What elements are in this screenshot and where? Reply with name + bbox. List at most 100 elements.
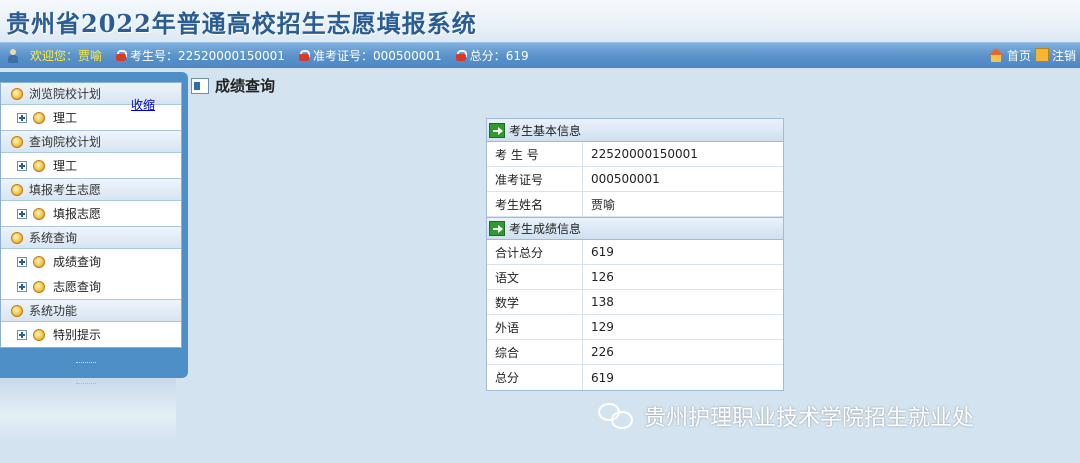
ticket-no-label: 准考证号： (312, 49, 373, 63)
welcome-label: 欢迎您： (30, 49, 79, 63)
row-value: 138 (591, 295, 614, 309)
exam-no-info: 考生号： 22520000150001 (116, 47, 285, 64)
bullet-icon (33, 159, 45, 172)
table-row: 总分 619 (487, 365, 783, 390)
bullet-icon (33, 328, 45, 341)
status-bar: 欢迎您： 贾喻 考生号： 22520000150001 准考证号： 000500… (0, 42, 1080, 68)
bullet-icon (33, 207, 45, 220)
sidebar-item-science[interactable]: 理工 (1, 153, 181, 178)
welcome-info: 欢迎您： 贾喻 (8, 47, 102, 64)
score-info-table: 考生基本信息 考 生 号 22520000150001 准考证号 0005000… (486, 118, 784, 391)
menu-group-system-functions: 系统功能 特别提示 (1, 300, 181, 347)
row-value: 000500001 (591, 172, 660, 186)
table-row: 外语 129 (487, 315, 783, 340)
bullet-icon (33, 255, 45, 268)
bullet-icon (11, 231, 23, 244)
table-row: 考生姓名 贾喻 (487, 192, 783, 217)
row-value: 贾喻 (591, 197, 616, 212)
exam-no-label: 考生号： (130, 49, 179, 63)
table-row: 数学 138 (487, 290, 783, 315)
lock-icon (455, 50, 467, 61)
expand-icon[interactable] (17, 208, 27, 219)
logout-link[interactable]: 注销 (1052, 47, 1076, 64)
page-title-text: 成绩查询 (215, 77, 276, 95)
sidebar-resize-grip[interactable] (76, 362, 96, 366)
row-key: 综合 (487, 340, 583, 364)
row-value: 129 (591, 320, 614, 334)
sidebar-item-label: 理工 (53, 111, 78, 125)
group-label: 浏览院校计划 (29, 87, 102, 101)
sidebar-item-label: 理工 (53, 159, 78, 173)
bullet-icon (33, 111, 45, 124)
section-header-scores: 考生成绩信息 (487, 217, 783, 240)
menu-group-query-plan: 查询院校计划 理工 (1, 131, 181, 179)
menu-group-system-query: 系统查询 成绩查询 志愿查询 (1, 227, 181, 300)
lock-icon (116, 50, 128, 61)
group-label: 查询院校计划 (29, 135, 102, 149)
sidebar-item-label: 志愿查询 (53, 280, 102, 294)
row-key: 准考证号 (487, 167, 583, 191)
sidebar-item-label: 填报志愿 (53, 207, 102, 221)
row-key: 总分 (487, 365, 583, 390)
watermark-text: 贵州护理职业技术学院招生就业处 (644, 406, 975, 431)
row-key: 外语 (487, 315, 583, 339)
group-label: 系统查询 (29, 231, 78, 245)
table-row: 考 生 号 22520000150001 (487, 142, 783, 167)
arrow-right-icon (489, 221, 505, 236)
bullet-icon (11, 304, 23, 317)
table-row: 综合 226 (487, 340, 783, 365)
sidebar-item-preference-query[interactable]: 志愿查询 (1, 274, 181, 299)
sidebar-item-label: 特别提示 (53, 328, 102, 342)
user-icon (8, 48, 18, 63)
row-key: 考 生 号 (487, 142, 583, 166)
row-value: 22520000150001 (591, 147, 698, 161)
group-label: 系统功能 (29, 304, 78, 318)
arrow-right-icon (489, 122, 505, 138)
row-key: 语文 (487, 265, 583, 289)
expand-icon[interactable] (17, 256, 27, 267)
sidebar-resize-grip[interactable] (76, 383, 96, 387)
total-score-info: 总分： 619 (455, 47, 529, 64)
bullet-icon (11, 87, 23, 100)
total-label: 总分： (469, 49, 506, 63)
expand-icon[interactable] (17, 112, 27, 123)
group-label: 填报考生志愿 (29, 183, 102, 197)
wechat-icon (598, 401, 636, 431)
top-links: 首页 注销 (988, 43, 1076, 67)
bullet-icon (33, 280, 45, 293)
collapse-link[interactable]: 收缩 (131, 96, 155, 113)
menu-group-fill-preference: 填报考生志愿 填报志愿 (1, 179, 181, 227)
bullet-icon (11, 183, 23, 196)
sidebar-menu: 浏览院校计划 理工 查询院校计划 理工 填报考生志愿 填报志愿 系统查询 成绩查… (0, 82, 182, 348)
table-row: 语文 126 (487, 265, 783, 290)
row-value: 226 (591, 345, 614, 359)
sidebar-footer (0, 378, 176, 440)
row-value: 126 (591, 270, 614, 284)
row-key: 数学 (487, 290, 583, 314)
section-title: 考生成绩信息 (509, 222, 582, 236)
total-value: 619 (505, 48, 529, 63)
group-header[interactable]: 填报考生志愿 (1, 179, 181, 201)
page-title: 成绩查询 (191, 75, 275, 96)
row-value: 619 (591, 245, 614, 259)
section-header-basic: 考生基本信息 (487, 119, 783, 142)
sidebar-item-special-notice[interactable]: 特别提示 (1, 322, 181, 347)
logout-icon[interactable] (1034, 48, 1049, 62)
group-header[interactable]: 查询院校计划 (1, 131, 181, 153)
sidebar-item-fill-preference[interactable]: 填报志愿 (1, 201, 181, 226)
system-title: 贵州省2022年普通高校招生志愿填报系统 (6, 9, 477, 38)
group-header[interactable]: 系统功能 (1, 300, 181, 322)
home-link[interactable]: 首页 (1007, 47, 1031, 64)
expand-icon[interactable] (17, 281, 27, 292)
bullet-icon (11, 135, 23, 148)
row-value: 619 (591, 370, 614, 385)
expand-icon[interactable] (17, 160, 27, 171)
section-title: 考生基本信息 (509, 123, 582, 138)
row-key: 考生姓名 (487, 192, 583, 216)
home-icon[interactable] (988, 48, 1004, 62)
page-icon (191, 77, 209, 94)
header-banner: 贵州省2022年普通高校招生志愿填报系统 (0, 0, 1080, 42)
group-header[interactable]: 系统查询 (1, 227, 181, 249)
expand-icon[interactable] (17, 329, 27, 340)
sidebar-item-score-query[interactable]: 成绩查询 (1, 249, 181, 274)
